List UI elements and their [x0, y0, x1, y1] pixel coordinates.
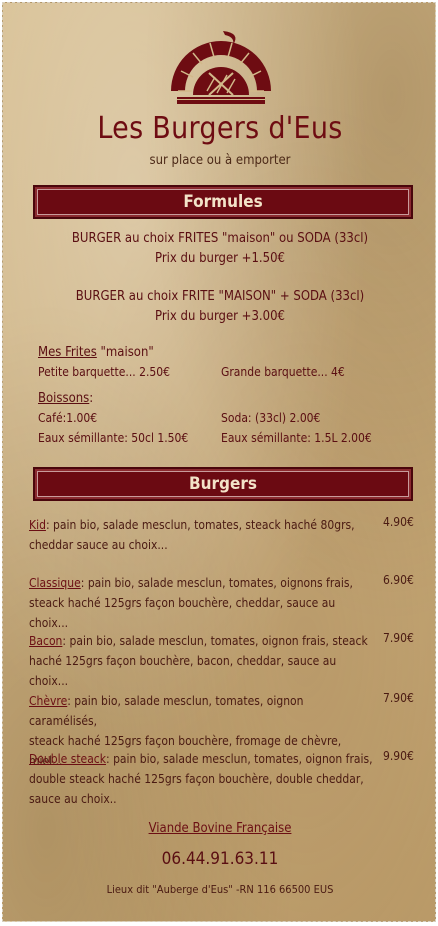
burger-desc: sauce au choix..	[29, 792, 117, 806]
viande-origin: Viande Bovine Française	[148, 821, 292, 836]
eau-small-price: Eaux sémillante: 50cl 1.50€	[38, 431, 189, 445]
burger-desc: cheddar sauce au choix...	[29, 538, 168, 552]
burger-price-kid: 4.90€	[383, 515, 414, 529]
frites-small: Petite barquette... 2.50€	[38, 365, 171, 379]
burger-desc: : pain bio, salade mesclun, tomates, oig…	[29, 694, 304, 728]
burger-desc: : pain bio, salade mesclun, tomates, ste…	[45, 518, 355, 532]
frites-heading: Mes Frites "maison"	[38, 345, 154, 360]
burger-item-double-steack: Double steack: pain bio, salade mesclun,…	[29, 749, 374, 809]
cafe-price: Café:1.00€	[38, 411, 98, 425]
burger-item-classique: Classique: pain bio, salade mesclun, tom…	[29, 573, 374, 633]
burger-name: Kid	[29, 518, 46, 532]
burger-name: Double steack	[29, 752, 106, 766]
soda-price: Soda: (33cl) 2.00€	[221, 411, 321, 425]
burger-item-bacon: Bacon: pain bio, salade mesclun, tomates…	[29, 631, 374, 691]
burger-item-kid: Kid: pain bio, salade mesclun, tomates, …	[29, 515, 374, 555]
frites-label-rest: "maison"	[100, 345, 154, 360]
burger-shop-logo	[171, 31, 271, 104]
boissons-colon: :	[89, 391, 94, 406]
subtitle: sur place ou à emporter	[149, 153, 291, 168]
burgers-banner: Burgers	[33, 467, 413, 501]
burger-price-bacon: 7.90€	[383, 631, 414, 645]
burger-name: Chèvre	[29, 694, 68, 708]
burger-name: Classique	[29, 576, 81, 590]
burger-desc: haché 125grs façon bouchère, bacon, ched…	[29, 654, 337, 688]
burger-desc: double steack haché 125grs façon bouchèr…	[29, 772, 364, 786]
burger-price-double-steack: 9.90€	[383, 749, 414, 763]
eau-large-price: Eaux sémillante: 1.5L 2.00€	[221, 431, 372, 445]
burger-desc: steack haché 125grs façon bouchère, ched…	[29, 596, 336, 630]
burger-desc: : pain bio, salade mesclun, tomates, oig…	[106, 752, 373, 766]
address: Lieux dit "Auberge d'Eus" -RN 116 66500 …	[106, 883, 334, 896]
frites-large: Grande barquette... 4€	[221, 365, 345, 379]
burger-name: Bacon	[29, 634, 63, 648]
phone-number[interactable]: 06.44.91.63.11	[3, 849, 437, 869]
formules-banner: Formules	[33, 185, 413, 219]
burger-desc: : pain bio, salade mesclun, tomates, oig…	[62, 634, 368, 648]
boissons-heading: Boissons:	[38, 391, 93, 406]
formule-2-price: Prix du burger +3.00€	[155, 309, 285, 324]
boissons-label: Boissons	[38, 391, 90, 406]
frites-label: Mes Frites	[38, 345, 97, 360]
burger-price-chevre: 7.90€	[383, 691, 414, 705]
menu-page: Les Burgers d'Eus sur place ou à emporte…	[2, 2, 436, 922]
formule-1: BURGER au choix FRITES "maison" ou SODA …	[71, 231, 369, 246]
burger-desc: : pain bio, salade mesclun, tomates, oig…	[80, 576, 353, 590]
formule-2: BURGER au choix FRITE "MAISON" + SODA (3…	[75, 289, 365, 304]
burger-price-classique: 6.90€	[383, 573, 414, 587]
restaurant-title: Les Burgers d'Eus	[97, 111, 343, 146]
formule-1-price: Prix du burger +1.50€	[155, 251, 285, 266]
